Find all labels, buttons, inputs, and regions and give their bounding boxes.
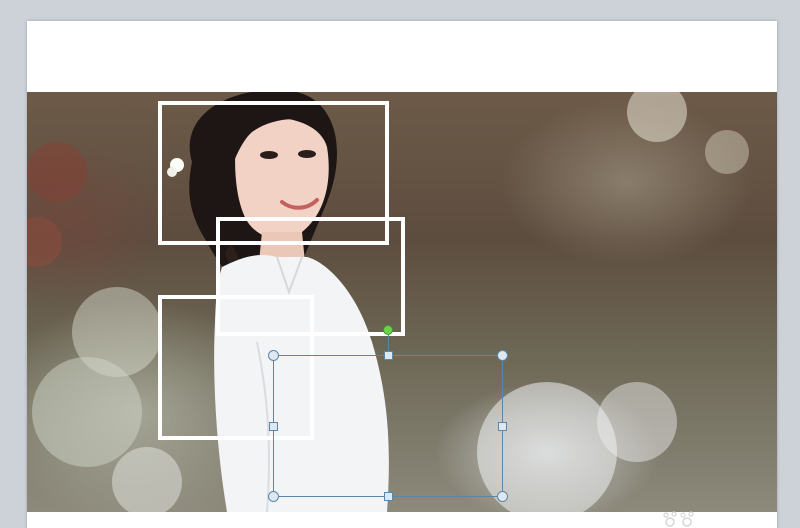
resize-handle-top-left[interactable] xyxy=(268,350,279,361)
slide-header-area[interactable] xyxy=(27,21,777,92)
resize-handle-bottom[interactable] xyxy=(384,492,393,501)
resize-handle-left[interactable] xyxy=(269,422,278,431)
resize-handle-top-right[interactable] xyxy=(497,350,508,361)
slide-canvas[interactable] xyxy=(27,21,777,528)
rectangle-shape[interactable] xyxy=(273,355,503,497)
paw-watermark-icon xyxy=(663,511,694,527)
resize-handle-bottom-right[interactable] xyxy=(497,491,508,502)
slide-photo[interactable] xyxy=(27,92,777,512)
resize-handle-right[interactable] xyxy=(498,422,507,431)
rotate-handle[interactable] xyxy=(383,325,393,335)
resize-handle-top[interactable] xyxy=(384,351,393,360)
resize-handle-bottom-left[interactable] xyxy=(268,491,279,502)
